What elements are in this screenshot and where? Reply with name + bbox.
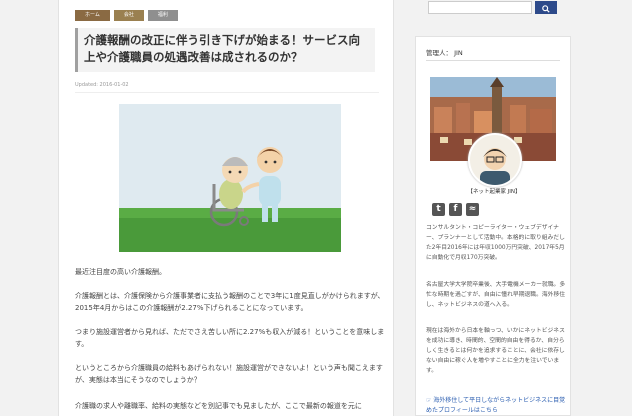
- divider: [75, 92, 379, 93]
- profile-name: 【ネット起業家 JIN】: [467, 189, 521, 195]
- admin-heading: 管理人： JIN: [426, 49, 463, 57]
- article-paragraph: 最近注目度の高い介護報酬。: [75, 268, 166, 276]
- article-paragraph: 介護報酬とは、介護保険から介護事業者に支払う報酬のことで3年に1度見直しがかけら…: [75, 292, 385, 312]
- rss-icon[interactable]: ≈: [466, 203, 479, 216]
- breadcrumb-company[interactable]: 会社: [113, 10, 144, 21]
- breadcrumb-welfare[interactable]: 福利: [147, 10, 178, 21]
- facebook-icon[interactable]: f: [449, 203, 462, 216]
- twitter-icon[interactable]: t: [432, 203, 445, 216]
- article-paragraph: 介護職の求人や離職率、給料の実態などを別記事でも見ましたが、ここで最新の報道を元…: [75, 402, 362, 410]
- updated-date: Updated: 2016-01-02: [75, 82, 129, 88]
- search-button[interactable]: [535, 1, 557, 14]
- article-column: ホーム 会社 福利 介護報酬の改正に伴う引き下げが始まる！サービス向上や介護職員…: [58, 0, 394, 416]
- profile-bio: 現在は海外から日本を軸っつ、いかにネットビジネスを成功に導き、時間的、空間的自由…: [426, 328, 565, 374]
- profile-bio: コンサルタント・コピーライター・ウェブデザイナー、プランナーとして活動中。本格的…: [426, 225, 565, 261]
- article-hero-image: [119, 104, 341, 252]
- divider: [426, 60, 560, 61]
- profile-link[interactable]: ☞ 海外移住して平日しながらネットビジネスに目覚めたプロフィールはこちら: [426, 396, 566, 416]
- breadcrumb: ホーム 会社 福利: [75, 10, 178, 21]
- profile-bio: 名古屋大学大学院卒業後、大手電機メーカー就職。多忙な時期を過ごすが、自由に憧れ早…: [426, 282, 566, 308]
- search-input[interactable]: [428, 1, 532, 14]
- article-paragraph: というところから介護職員の給料もあげられない！施設運営ができないよ！という声も聞…: [75, 364, 383, 384]
- breadcrumb-home[interactable]: ホーム: [75, 10, 110, 21]
- search-icon: [542, 0, 550, 17]
- profile-link-text: 海外移住して平日しながらネットビジネスに目覚めたプロフィールはこちら: [426, 397, 566, 414]
- profile-widget: 管理人： JIN 【ネット起業家 JIN】 t f ≈ コンサルタント・コピーラ…: [415, 36, 571, 416]
- article-paragraph: つまり施設運営者から見れば、ただでさえ苦しい所に2.27%も収入が減る！というこ…: [75, 328, 385, 348]
- article-title: 介護報酬の改正に伴う引き下げが始まる！サービス向上や介護職員の処遇改善は成される…: [75, 28, 375, 72]
- avatar[interactable]: [468, 133, 522, 187]
- social-links: t f ≈: [432, 203, 479, 216]
